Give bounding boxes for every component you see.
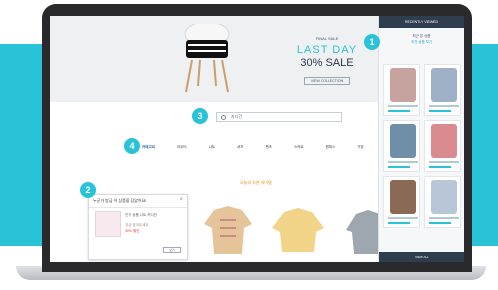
panel-item[interactable] — [383, 176, 420, 228]
annotation-marker-3: 3 — [192, 108, 208, 124]
popup-line1: 인기 상품 니트 카디건 — [125, 213, 157, 217]
category-bar: 카테고리 아우터 니트 셔츠 팬츠 스커트 원피스 가방 — [142, 142, 372, 152]
product-image[interactable] — [200, 202, 256, 258]
product-image[interactable] — [270, 202, 326, 258]
promo-sale: 30% SALE — [300, 57, 354, 69]
panel-grid — [383, 64, 461, 228]
annotation-marker-2: 2 — [80, 182, 96, 198]
popup-header: 누군가 방금 이 상품을 담았어요! — [89, 195, 187, 208]
popup-thumbnail — [95, 211, 121, 237]
product-shape — [204, 206, 252, 254]
category-item[interactable]: 스커트 — [294, 145, 304, 150]
annotation-marker-4: 4 — [124, 138, 140, 154]
popup-line2: 지금 담아두세요 — [125, 223, 149, 227]
panel-item-image — [431, 68, 457, 102]
product-shape — [272, 208, 324, 252]
annotation-marker-1: 1 — [364, 34, 380, 50]
panel-item[interactable] — [383, 120, 420, 172]
panel-item-image — [431, 124, 457, 158]
panel-title: 최근 본 상품 — [412, 34, 431, 38]
promo-small: FINAL SALE — [315, 36, 339, 41]
panel-footer-button[interactable]: VIEW ALL — [379, 252, 464, 262]
category-item[interactable]: 아우터 — [177, 145, 187, 150]
close-icon[interactable]: × — [179, 197, 183, 203]
laptop-screen: FINAL SALE LAST DAY 30% SALE VIEW COLLEC… — [50, 16, 464, 262]
chair-illustration — [184, 24, 230, 93]
category-item[interactable]: 가방 — [357, 145, 363, 150]
search-input[interactable]: 카디건 — [216, 112, 342, 122]
panel-subtitle[interactable]: 추천 상품 보기 — [379, 40, 464, 45]
promo-text: FINAL SALE LAST DAY 30% SALE VIEW COLLEC… — [290, 36, 364, 87]
popup-button[interactable]: 보기 — [163, 247, 181, 253]
panel-item-image — [431, 180, 457, 214]
category-item[interactable]: 니트 — [209, 145, 215, 150]
category-item[interactable]: 셔츠 — [237, 145, 243, 150]
panel-header: RECENTLY VIEWED — [379, 16, 464, 28]
search-icon — [221, 115, 226, 120]
promo-button[interactable]: VIEW COLLECTION — [303, 77, 351, 85]
panel-item-image — [390, 68, 416, 102]
recent-items-panel: RECENTLY VIEWED 최근 본 상품 추천 상품 보기 VIEW AL… — [378, 16, 464, 262]
panel-item[interactable] — [383, 64, 420, 116]
search-value: 카디건 — [231, 114, 243, 119]
panel-item[interactable] — [424, 120, 461, 172]
panel-item[interactable] — [424, 64, 461, 116]
category-item[interactable]: 팬츠 — [265, 145, 271, 150]
panel-item-image — [390, 180, 416, 214]
recent-purchase-popup[interactable]: 누군가 방금 이 상품을 담았어요! × 인기 상품 니트 카디건 지금 담아두… — [88, 194, 188, 260]
panel-item[interactable] — [424, 176, 461, 228]
popup-price: 30% 할인 — [125, 229, 140, 233]
category-item[interactable]: 원피스 — [326, 145, 336, 150]
section-title: 오늘의 추천 아이템 — [240, 180, 272, 185]
category-label: 카테고리 — [142, 144, 155, 149]
hero-banner[interactable]: FINAL SALE LAST DAY 30% SALE VIEW COLLEC… — [50, 16, 378, 102]
promo-title: LAST DAY — [296, 44, 358, 56]
panel-item-image — [390, 124, 416, 158]
